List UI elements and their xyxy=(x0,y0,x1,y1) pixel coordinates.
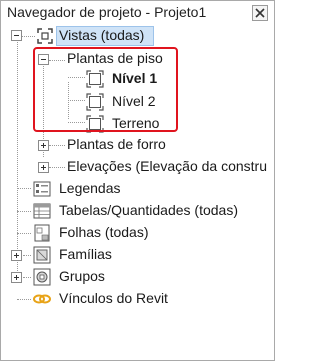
legend-icon xyxy=(33,180,51,198)
link-icon xyxy=(33,290,51,308)
views-icon xyxy=(36,27,54,45)
tree-item-grupos[interactable]: Grupos xyxy=(1,266,274,288)
tree-item-vinculos[interactable]: Vínculos do Revit xyxy=(1,288,274,310)
tree-item-label: Folhas (todas) xyxy=(59,224,149,240)
tree-item-label: Plantas de forro xyxy=(67,136,166,152)
tree-item-folhas[interactable]: Folhas (todas) xyxy=(1,222,274,244)
title-bar: Navegador de projeto - Projeto1 xyxy=(1,1,274,25)
sheet-icon xyxy=(33,224,51,242)
tree-item-tabelas[interactable]: Tabelas/Quantidades (todas) xyxy=(1,200,274,222)
project-browser-panel: Navegador de projeto - Projeto1 Vistas (… xyxy=(0,0,275,361)
project-tree: Vistas (todas) Plantas de piso Nível 1 N… xyxy=(1,25,274,360)
tree-item-label: Vínculos do Revit xyxy=(59,290,168,306)
expand-toggle[interactable] xyxy=(11,250,22,261)
tree-item-familias[interactable]: Famílias xyxy=(1,244,274,266)
tree-item-legendas[interactable]: Legendas xyxy=(1,178,274,200)
close-icon[interactable] xyxy=(252,5,268,21)
family-icon xyxy=(33,246,51,264)
tree-item-label: Elevações (Elevação da constru xyxy=(67,158,267,174)
tree-item-elevacoes[interactable]: Elevações (Elevação da constru xyxy=(1,156,274,178)
collapse-toggle[interactable] xyxy=(11,30,22,41)
highlight-box xyxy=(33,47,178,132)
panel-title: Navegador de projeto - Projeto1 xyxy=(7,4,207,20)
expand-toggle[interactable] xyxy=(38,162,49,173)
tree-item-label: Tabelas/Quantidades (todas) xyxy=(59,202,238,218)
tree-item-label: Legendas xyxy=(59,180,121,196)
tree-item-label: Grupos xyxy=(59,268,105,284)
tree-item-label: Vistas (todas) xyxy=(59,27,145,43)
tree-item-plantas-de-forro[interactable]: Plantas de forro xyxy=(1,134,274,156)
schedule-icon xyxy=(33,202,51,220)
tree-item-label: Famílias xyxy=(59,246,112,262)
expand-toggle[interactable] xyxy=(11,272,22,283)
expand-toggle[interactable] xyxy=(38,140,49,151)
tree-item-vistas[interactable]: Vistas (todas) xyxy=(1,25,274,47)
group-icon xyxy=(33,268,51,286)
